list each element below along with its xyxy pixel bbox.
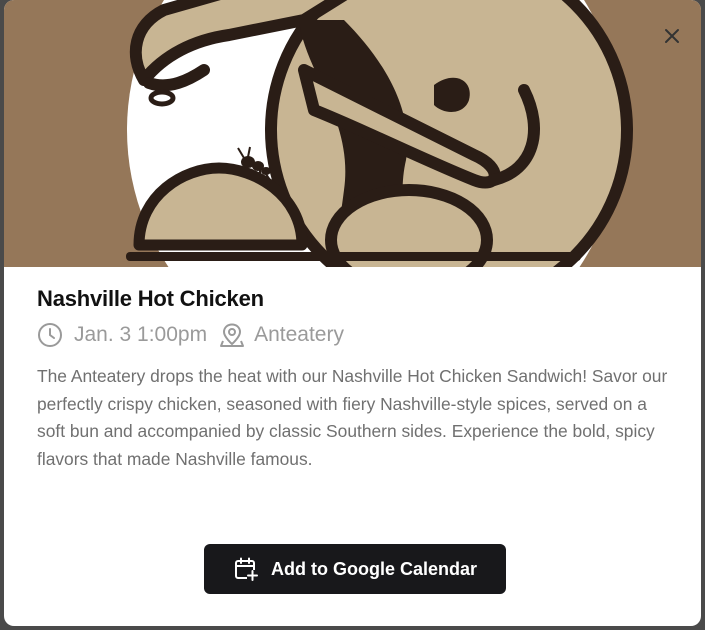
event-title: Nashville Hot Chicken (37, 286, 264, 311)
anteatery-logo (126, 0, 633, 267)
add-to-google-calendar-button[interactable]: Add to Google Calendar (204, 544, 506, 594)
event-date-time: Jan. 3 1:00pm (74, 323, 208, 346)
calendar-plus-icon (233, 556, 259, 582)
event-meta: Jan. 3 1:00pm Anteatery (37, 320, 344, 350)
event-location: Anteatery (254, 323, 344, 346)
event-modal: Nashville Hot Chicken Jan. 3 1:00pm Ante… (4, 0, 701, 626)
map-pin-icon (219, 322, 245, 348)
close-button[interactable] (658, 22, 686, 50)
event-description: The Anteatery drops the heat with our Na… (37, 366, 668, 469)
clock-icon (37, 322, 63, 348)
close-icon (665, 29, 679, 43)
hero-image (4, 0, 701, 267)
calendar-button-label: Add to Google Calendar (270, 558, 477, 579)
